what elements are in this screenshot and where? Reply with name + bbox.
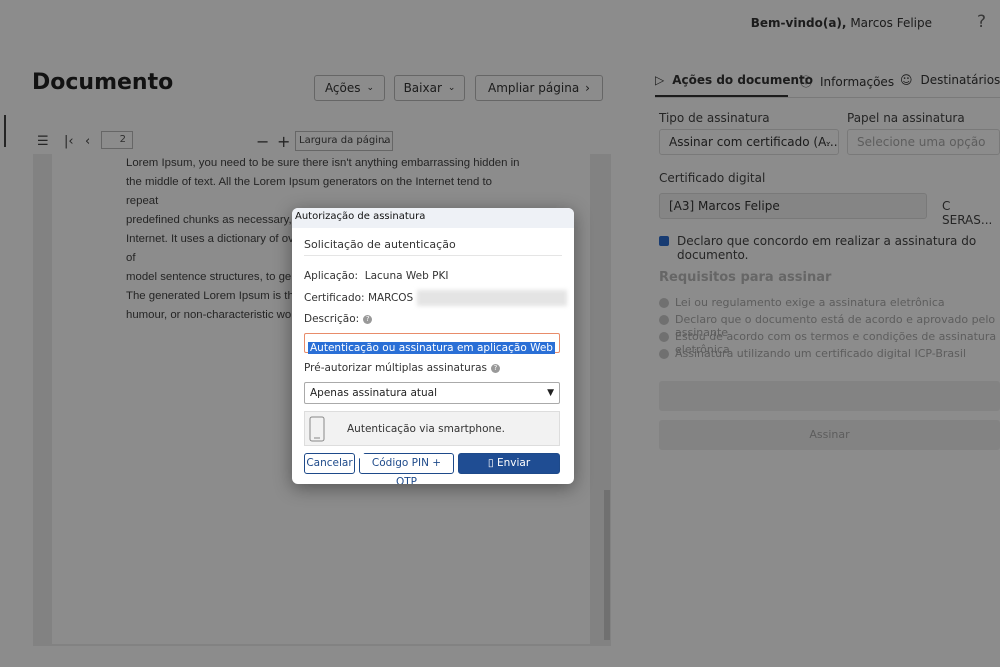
dialog-divider — [304, 255, 562, 256]
help-icon[interactable]: ? — [490, 363, 500, 373]
smartphone-icon — [309, 416, 325, 442]
description-input[interactable]: Autenticação ou assinatura em aplicação … — [304, 333, 560, 354]
description-value: Autenticação ou assinatura em aplicação … — [308, 342, 555, 354]
application-row: Aplicação: Lacuna Web PKI — [304, 270, 448, 282]
multi-authorize-row: Pré-autorizar múltiplas assinaturas? — [304, 362, 500, 374]
send-request-button[interactable]: ▯ Enviar solicitação — [458, 453, 560, 484]
caret-down-icon: ▼ — [547, 388, 554, 398]
mobile-icon: ▯ — [487, 457, 494, 469]
application-value: Lacuna Web PKI — [364, 270, 449, 282]
multi-authorize-label: Pré-autorizar múltiplas assinaturas — [304, 362, 487, 374]
certificate-row-label: Certificado: — [304, 292, 365, 304]
help-icon[interactable]: ? — [363, 314, 373, 324]
dialog-title: Autorização de assinatura — [292, 208, 574, 228]
multi-authorize-value: Apenas assinatura atual — [310, 387, 438, 399]
description-label: Descrição: — [304, 313, 360, 325]
cancel-button[interactable]: Cancelar — [304, 453, 355, 474]
multi-authorize-select[interactable]: Apenas assinatura atual ▼ — [304, 382, 560, 404]
application-label: Aplicação: — [304, 270, 359, 282]
authorization-dialog: Autorização de assinatura Solicitação de… — [292, 208, 574, 484]
dialog-subtitle: Solicitação de autenticação — [304, 238, 456, 251]
pin-otp-button[interactable]: Código PIN + OTP — [359, 453, 454, 484]
smartphone-auth-option[interactable]: Autenticação via smartphone. — [304, 411, 560, 446]
description-row: Descrição:? — [304, 313, 373, 325]
smartphone-auth-text: Autenticação via smartphone. — [347, 423, 505, 435]
redacted-text — [417, 290, 568, 306]
certificate-row-value: MARCOS — [367, 292, 414, 304]
certificate-row: Certificado: MARCOS — [304, 290, 568, 306]
